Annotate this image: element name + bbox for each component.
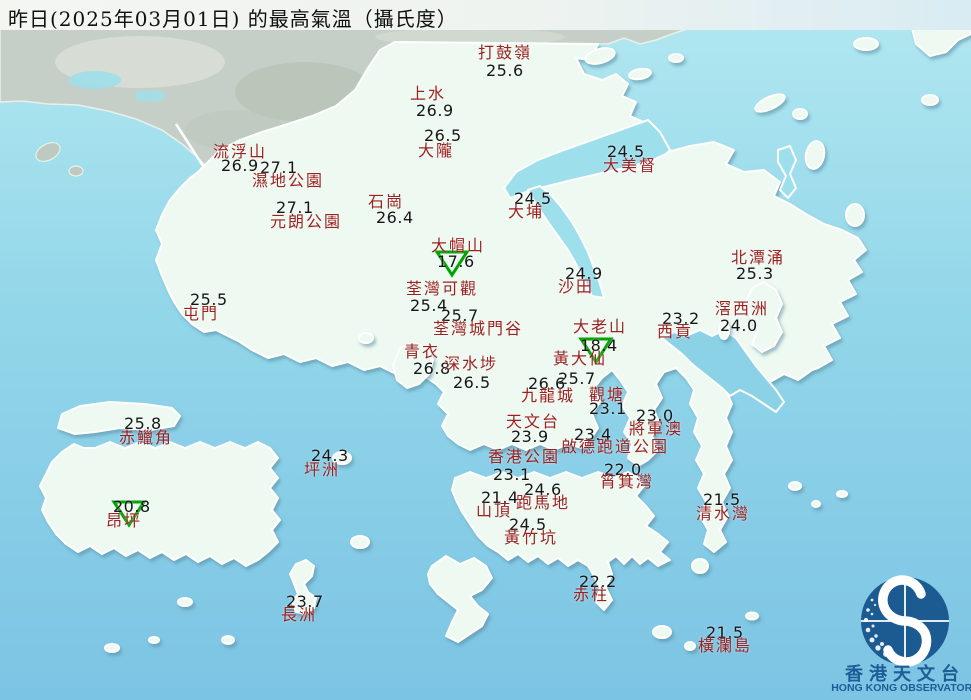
ma-wan-island [358,332,374,344]
station-label: 西貢 [657,322,694,341]
station-label: 黃大仙 [553,349,608,368]
station-label: 大帽山 [431,236,486,255]
tung-lung-island [691,558,709,574]
station-label: 深水埗 [444,354,499,373]
ninepin-island [836,490,848,498]
ninepin-island [811,500,821,508]
station-value: 23.9 [511,427,549,446]
grass-island [845,203,865,227]
logo-title-english: HONG KONG OBSERVATORY [831,682,971,694]
shek-kwu-chau-island [221,635,235,645]
station-label: 青衣 [404,342,441,361]
station-label: 石崗 [368,192,405,211]
station-label: 流浮山 [213,142,268,161]
station-label: 荃灣可觀 [406,279,479,298]
station-value: 25.3 [736,264,774,283]
station-label: 香港公園 [488,447,561,466]
station-label: 元朗公園 [270,212,343,231]
station-label: 大埔 [508,202,545,221]
soko-island [104,643,120,653]
station-label: 濕地公園 [252,171,325,190]
ninepin-island [788,481,802,491]
po-toi-islet [684,641,696,651]
station-label: 大隴 [418,141,455,160]
station-label: 清水灣 [696,504,751,523]
station-label: 將軍澳 [629,419,684,438]
station-label: 筲箕灣 [600,472,655,491]
lantau-island [39,441,281,567]
station-label: 赤鱲角 [119,428,174,447]
mirs-bay-island [853,37,879,51]
station-label: 觀塘 [589,385,626,404]
station-label: 啟德跑道公園 [561,437,670,456]
station-label: 坪洲 [304,460,341,479]
station-label: 屯門 [183,304,220,323]
waglan-island-shape [745,611,759,621]
station-value: 26.4 [376,208,414,227]
station-label: 橫瀾島 [698,636,753,655]
station-label: 上水 [410,84,447,103]
weather-map-root: 昨日(2025年03月01日) 的最高氣溫（攝氏度） 25.6 打鼓嶺 26.9 上水… [0,0,971,700]
station-label: 滘西洲 [715,299,770,318]
po-toi-island [652,625,672,639]
station-label: 天文台 [506,412,561,431]
station-label: 沙田 [558,277,595,296]
hong-kong-map [0,0,971,700]
mirs-bay-island [668,53,684,63]
hko-logo-icon [861,575,949,667]
station-value: 17.6 [437,252,475,271]
ping-chau-island [921,94,939,106]
station-label: 荃灣城門谷 [433,319,524,338]
station-label: 跑馬地 [516,493,571,512]
station-label: 大美督 [603,156,658,175]
mirs-bay-island [792,108,808,120]
station-label: 昂坪 [106,511,143,530]
station-label: 九龍城 [521,386,576,405]
chi-ma-wan-islet [177,597,193,607]
soko-island [148,636,160,644]
station-label: 北潭涌 [731,248,786,267]
map-title: 昨日(2025年03月01日) 的最高氣溫（攝氏度） [8,7,458,31]
hei-ling-chau-island [350,535,370,549]
station-value: 24.0 [720,316,758,335]
station-label: 赤柱 [573,585,610,604]
station-value: 26.5 [453,373,491,392]
station-value: 26.9 [416,101,454,120]
station-label: 長洲 [281,605,318,624]
station-value: 25.6 [486,61,524,80]
station-label: 山頂 [476,501,513,520]
station-label: 黃竹坑 [504,528,559,547]
station-label: 打鼓嶺 [478,43,533,62]
station-label: 大老山 [573,317,628,336]
